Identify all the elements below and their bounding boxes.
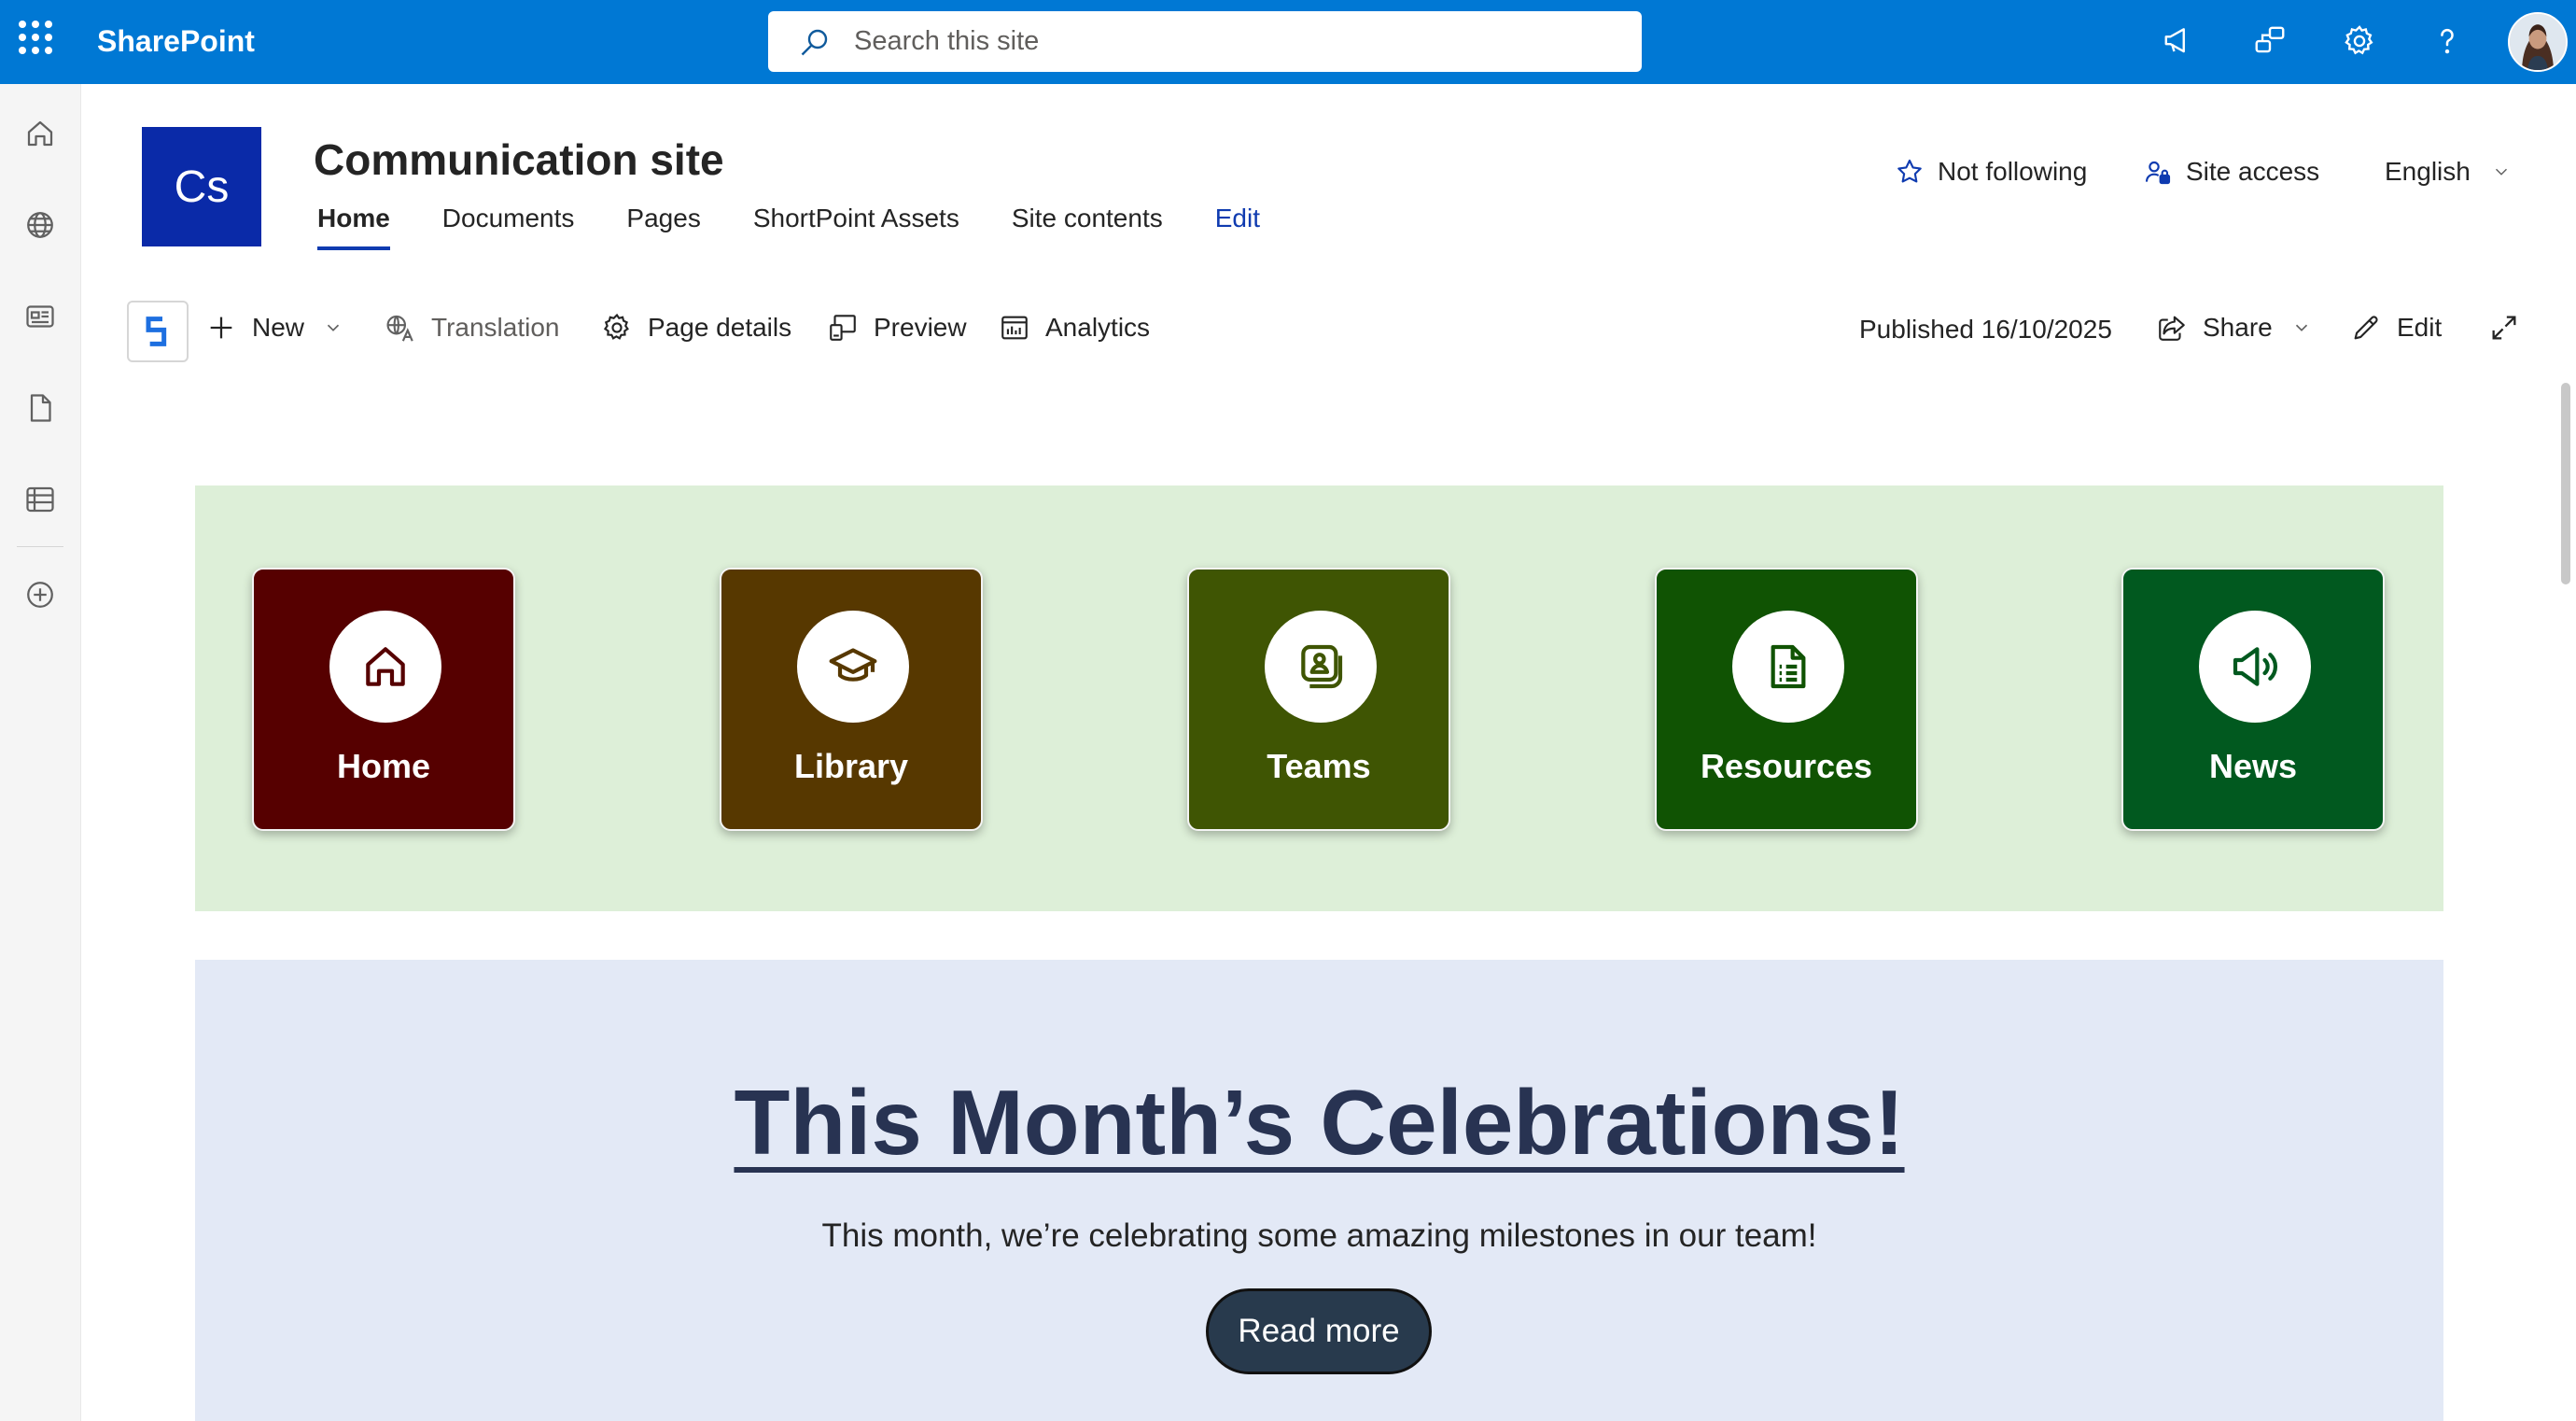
celebrations-section: This Month’s Celebrations! This month, w… (195, 960, 2443, 1421)
document-icon (1771, 644, 1806, 689)
expand-icon (2492, 316, 2516, 340)
feedback-icon[interactable] (2249, 21, 2290, 62)
search-input[interactable] (854, 26, 1507, 57)
analytics-button[interactable]: Analytics (999, 312, 1150, 344)
language-dropdown[interactable]: English (2385, 157, 2512, 187)
celebrations-title[interactable]: This Month’s Celebrations! (195, 1070, 2443, 1175)
home-icon (366, 647, 405, 686)
megaphone-icon (2233, 647, 2277, 686)
quicklink-label: Resources (1700, 747, 1873, 785)
quicklink-teams[interactable]: Teams (1187, 568, 1450, 831)
quicklink-label: News (2208, 747, 2298, 785)
plus-icon (210, 317, 232, 339)
search-box[interactable] (768, 11, 1642, 72)
read-more-button[interactable]: Read more (1206, 1288, 1432, 1374)
scrollbar-thumb[interactable] (2561, 383, 2570, 584)
waffle-icon[interactable] (19, 21, 52, 54)
nav-item-documents[interactable]: Documents (442, 204, 575, 250)
list-icon[interactable] (17, 476, 63, 523)
add-icon[interactable] (17, 571, 63, 618)
quicklink-icon-circle (2199, 611, 2311, 723)
site-logo[interactable]: Cs (142, 127, 261, 246)
quicklink-home[interactable]: Home (252, 568, 515, 831)
analytics-icon (1001, 316, 1028, 340)
avatar[interactable] (2508, 12, 2568, 72)
follow-button[interactable]: Not following (1895, 157, 2087, 187)
preview-label: Preview (874, 313, 967, 342)
site-title[interactable]: Communication site (314, 134, 724, 185)
expand-button[interactable] (2488, 312, 2535, 344)
quicklink-icon-circle (329, 611, 441, 723)
gear-icon[interactable] (2339, 21, 2380, 62)
analytics-label: Analytics (1045, 313, 1151, 342)
language-label: English (2385, 157, 2471, 186)
nav-item-site-contents[interactable]: Site contents (1012, 204, 1163, 250)
quicklink-label: Teams (1267, 747, 1371, 785)
pencil-icon (2354, 316, 2378, 340)
quicklink-label: Library (793, 747, 909, 785)
people-lock-icon (2145, 161, 2171, 185)
suite-bar: SharePoint (0, 0, 2576, 84)
nav-item-shortpoint-assets[interactable]: ShortPoint Assets (753, 204, 959, 250)
graduation-cap-icon (829, 648, 877, 682)
celebrations-text: This month, we’re celebrating some amazi… (821, 1217, 1817, 1254)
new-button[interactable]: New (205, 312, 343, 344)
home-icon[interactable] (17, 110, 63, 157)
rail-divider (17, 546, 63, 547)
left-rail (0, 84, 81, 1421)
translation-label: Translation (431, 313, 560, 342)
file-icon[interactable] (17, 385, 63, 431)
preview-button[interactable]: Preview (827, 312, 967, 344)
follow-label: Not following (1938, 157, 2088, 186)
site-navigation: Home Documents Pages ShortPoint Assets S… (317, 204, 1312, 250)
news-icon[interactable] (17, 293, 63, 340)
chevron-down-icon (2295, 324, 2307, 331)
nav-item-pages[interactable]: Pages (626, 204, 700, 250)
quicklink-news[interactable]: News (2121, 568, 2385, 831)
share-icon (2159, 316, 2185, 341)
nav-edit-link[interactable]: Edit (1215, 204, 1260, 250)
globe-icon[interactable] (17, 202, 63, 248)
chevron-down-icon (327, 324, 340, 331)
quicklink-icon-circle (1265, 611, 1377, 723)
chevron-down-icon (2495, 168, 2507, 176)
people-card-icon (1301, 644, 1343, 689)
new-label: New (252, 313, 305, 342)
edit-label: Edit (2397, 313, 2443, 342)
translation-button[interactable]: Translation (385, 312, 559, 344)
edit-button[interactable]: Edit (2350, 312, 2442, 344)
shortpoint-button[interactable] (127, 301, 189, 362)
site-access-button[interactable]: Site access (2143, 157, 2319, 187)
quicklink-resources[interactable]: Resources (1655, 568, 1918, 831)
site-access-label: Site access (2186, 157, 2320, 186)
celebrations-title-text[interactable]: This Month’s Celebrations! (734, 1071, 1904, 1174)
nav-item-home[interactable]: Home (317, 204, 390, 250)
quicklink-library[interactable]: Library (720, 568, 983, 831)
quicklink-icon-circle (1732, 611, 1844, 723)
help-icon[interactable] (2427, 21, 2468, 62)
quick-links-section: Home Library Teams Resources News (195, 485, 2443, 911)
search-icon (801, 29, 828, 55)
share-label: Share (2203, 313, 2273, 342)
quicklink-icon-circle (797, 611, 909, 723)
app-name[interactable]: SharePoint (97, 24, 255, 59)
quicklink-label: Home (336, 747, 431, 785)
gear-icon (603, 313, 629, 340)
star-icon (1897, 159, 1922, 183)
page-details-button[interactable]: Page details (601, 312, 791, 344)
page-details-label: Page details (648, 313, 792, 342)
published-status: Published 16/10/2025 (1859, 315, 2112, 344)
shortpoint-logo-icon (146, 317, 167, 346)
share-button[interactable]: Share (2156, 312, 2312, 344)
translate-icon (386, 315, 413, 342)
preview-icon (830, 315, 856, 341)
megaphone-icon[interactable] (2159, 21, 2200, 62)
